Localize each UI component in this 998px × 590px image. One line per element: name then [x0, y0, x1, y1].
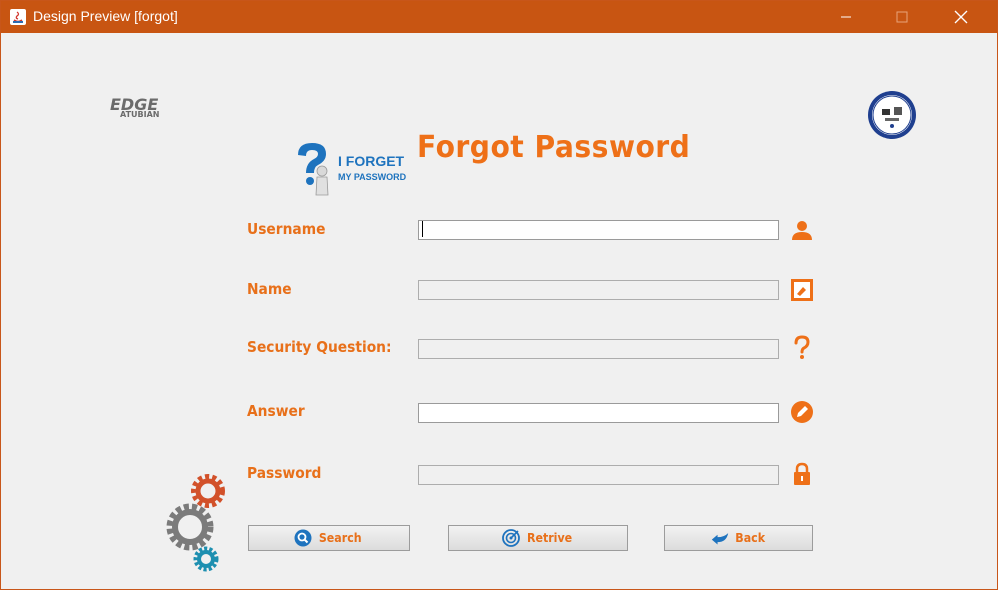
forget-text-line2: MY PASSWORD — [338, 172, 407, 182]
red-gear-icon — [191, 474, 225, 508]
username-field[interactable] — [418, 220, 779, 240]
security-question-label: Security Question: — [247, 338, 392, 356]
minimize-button[interactable] — [823, 1, 869, 33]
app-window: Design Preview [forgot] EDGE ATUBIAN I F… — [0, 0, 998, 590]
maximize-button[interactable] — [879, 1, 925, 33]
java-app-icon — [9, 8, 27, 26]
forgot-form-panel: EDGE ATUBIAN I FORGET MY PASSWORD Forgot… — [4, 33, 994, 586]
retrive-button[interactable]: Retrive — [448, 525, 628, 551]
id-card-icon — [790, 278, 814, 302]
close-icon — [954, 10, 968, 24]
teal-gear-icon — [193, 546, 219, 572]
answer-field[interactable] — [418, 403, 779, 423]
name-label: Name — [247, 280, 292, 298]
edge-logo: EDGE ATUBIAN — [110, 95, 170, 123]
back-button[interactable]: Back — [664, 525, 813, 551]
back-arrow-icon — [711, 529, 729, 547]
maximize-icon — [896, 11, 908, 23]
title-bar[interactable]: Design Preview [forgot] — [1, 1, 997, 33]
search-button[interactable]: Search — [248, 525, 410, 551]
close-button[interactable] — [938, 1, 984, 33]
forget-password-illustration: I FORGET MY PASSWORD — [292, 141, 412, 197]
text-caret — [422, 221, 423, 237]
user-icon — [790, 218, 814, 242]
name-field[interactable] — [418, 280, 779, 300]
gears-decoration — [162, 473, 228, 577]
forget-text-line1: I FORGET — [338, 153, 405, 169]
search-button-label: Search — [319, 531, 362, 545]
question-person-icon — [292, 141, 334, 201]
edge-logo-subtext: ATUBIAN — [120, 110, 160, 119]
back-button-label: Back — [735, 531, 765, 545]
retrive-button-label: Retrive — [526, 531, 573, 545]
university-seal-icon — [867, 90, 917, 140]
answer-label: Answer — [247, 402, 305, 420]
window-title: Design Preview [forgot] — [33, 8, 178, 24]
security-question-field[interactable] — [418, 339, 779, 359]
password-label: Password — [247, 464, 322, 482]
search-icon — [294, 529, 312, 547]
question-mark-icon — [790, 335, 814, 360]
pencil-icon — [790, 400, 814, 424]
target-icon — [502, 529, 520, 547]
lock-icon — [790, 462, 814, 486]
page-title: Forgot Password — [417, 130, 691, 165]
username-label: Username — [247, 220, 326, 238]
minimize-icon — [840, 11, 852, 23]
gray-gear-icon — [166, 503, 214, 551]
password-field[interactable] — [418, 465, 779, 485]
